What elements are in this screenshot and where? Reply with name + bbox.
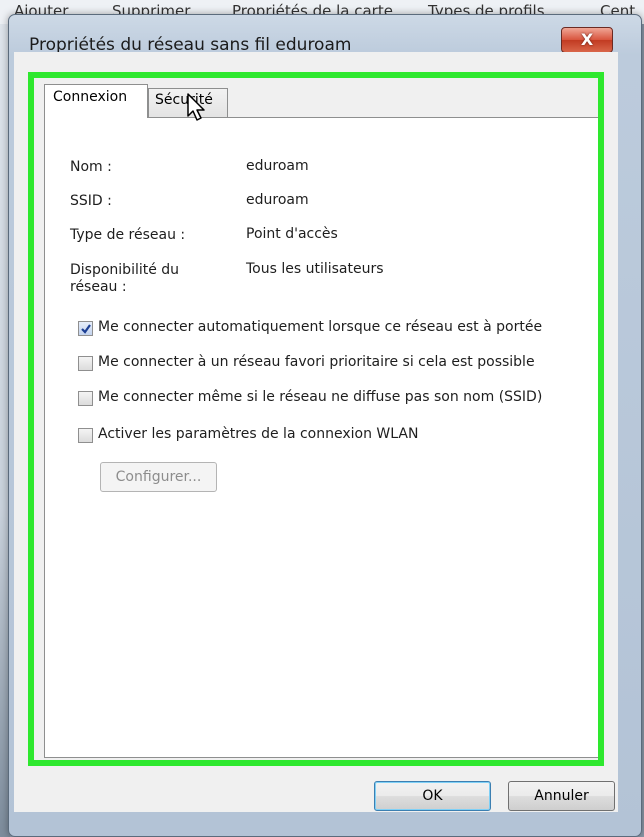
- close-icon: X: [580, 30, 594, 49]
- tab-connexion[interactable]: Connexion: [44, 84, 148, 118]
- ok-button[interactable]: OK: [374, 781, 491, 811]
- mouse-cursor-icon: [187, 93, 205, 121]
- close-button[interactable]: X: [561, 27, 613, 53]
- highlight-frame: [28, 72, 604, 766]
- tab-connexion-label: Connexion: [53, 89, 128, 105]
- cancel-button[interactable]: Annuler: [508, 781, 615, 811]
